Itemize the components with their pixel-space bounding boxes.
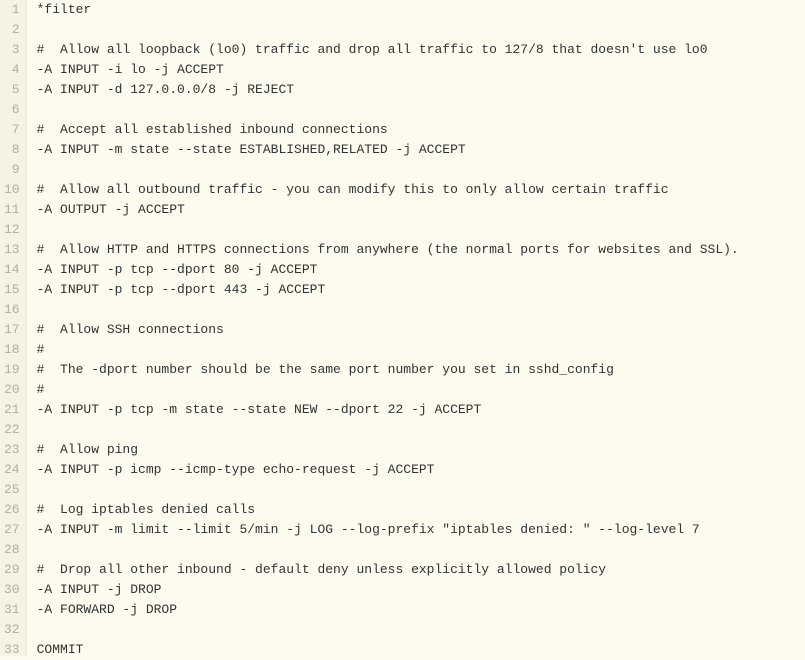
code-line[interactable]: # Accept all established inbound connect… bbox=[37, 120, 805, 140]
line-number-gutter: 1234567891011121314151617181920212223242… bbox=[0, 0, 27, 656]
line-number: 33 bbox=[4, 640, 20, 660]
code-line[interactable] bbox=[37, 20, 805, 40]
line-number: 6 bbox=[4, 100, 20, 120]
line-number: 32 bbox=[4, 620, 20, 640]
line-number: 27 bbox=[4, 520, 20, 540]
line-number: 29 bbox=[4, 560, 20, 580]
line-number: 10 bbox=[4, 180, 20, 200]
code-line[interactable] bbox=[37, 160, 805, 180]
line-number: 8 bbox=[4, 140, 20, 160]
code-line[interactable]: -A INPUT -m limit --limit 5/min -j LOG -… bbox=[37, 520, 805, 540]
line-number: 18 bbox=[4, 340, 20, 360]
code-line[interactable]: # Allow SSH connections bbox=[37, 320, 805, 340]
code-line[interactable] bbox=[37, 480, 805, 500]
code-line[interactable] bbox=[37, 620, 805, 640]
line-number: 5 bbox=[4, 80, 20, 100]
line-number: 1 bbox=[4, 0, 20, 20]
line-number: 15 bbox=[4, 280, 20, 300]
code-line[interactable]: # Allow ping bbox=[37, 440, 805, 460]
code-line[interactable]: -A INPUT -m state --state ESTABLISHED,RE… bbox=[37, 140, 805, 160]
code-line[interactable]: # Allow HTTP and HTTPS connections from … bbox=[37, 240, 805, 260]
line-number: 12 bbox=[4, 220, 20, 240]
code-line[interactable]: -A INPUT -i lo -j ACCEPT bbox=[37, 60, 805, 80]
line-number: 22 bbox=[4, 420, 20, 440]
code-line[interactable] bbox=[37, 220, 805, 240]
code-line[interactable]: COMMIT bbox=[37, 640, 805, 656]
line-number: 19 bbox=[4, 360, 20, 380]
code-line[interactable]: # Allow all loopback (lo0) traffic and d… bbox=[37, 40, 805, 60]
line-number: 16 bbox=[4, 300, 20, 320]
line-number: 28 bbox=[4, 540, 20, 560]
code-line[interactable] bbox=[37, 420, 805, 440]
code-line[interactable]: # bbox=[37, 380, 805, 400]
code-editor: 1234567891011121314151617181920212223242… bbox=[0, 0, 805, 656]
line-number: 2 bbox=[4, 20, 20, 40]
line-number: 31 bbox=[4, 600, 20, 620]
line-number: 9 bbox=[4, 160, 20, 180]
code-line[interactable]: # Drop all other inbound - default deny … bbox=[37, 560, 805, 580]
line-number: 23 bbox=[4, 440, 20, 460]
code-line[interactable] bbox=[37, 540, 805, 560]
code-line[interactable]: -A INPUT -p tcp -m state --state NEW --d… bbox=[37, 400, 805, 420]
line-number: 17 bbox=[4, 320, 20, 340]
code-line[interactable]: -A INPUT -p tcp --dport 80 -j ACCEPT bbox=[37, 260, 805, 280]
code-content[interactable]: *filter # Allow all loopback (lo0) traffi… bbox=[27, 0, 805, 656]
code-line[interactable]: -A FORWARD -j DROP bbox=[37, 600, 805, 620]
code-line[interactable]: -A INPUT -p icmp --icmp-type echo-reques… bbox=[37, 460, 805, 480]
code-line[interactable] bbox=[37, 300, 805, 320]
line-number: 20 bbox=[4, 380, 20, 400]
line-number: 21 bbox=[4, 400, 20, 420]
line-number: 14 bbox=[4, 260, 20, 280]
code-line[interactable]: # Allow all outbound traffic - you can m… bbox=[37, 180, 805, 200]
code-line[interactable]: # bbox=[37, 340, 805, 360]
code-line[interactable]: -A OUTPUT -j ACCEPT bbox=[37, 200, 805, 220]
line-number: 11 bbox=[4, 200, 20, 220]
line-number: 26 bbox=[4, 500, 20, 520]
line-number: 30 bbox=[4, 580, 20, 600]
line-number: 4 bbox=[4, 60, 20, 80]
code-line[interactable]: # Log iptables denied calls bbox=[37, 500, 805, 520]
line-number: 13 bbox=[4, 240, 20, 260]
line-number: 25 bbox=[4, 480, 20, 500]
line-number: 24 bbox=[4, 460, 20, 480]
code-line[interactable] bbox=[37, 100, 805, 120]
code-line[interactable]: -A INPUT -d 127.0.0.0/8 -j REJECT bbox=[37, 80, 805, 100]
code-line[interactable]: # The -dport number should be the same p… bbox=[37, 360, 805, 380]
code-line[interactable]: *filter bbox=[37, 0, 805, 20]
code-line[interactable]: -A INPUT -j DROP bbox=[37, 580, 805, 600]
code-line[interactable]: -A INPUT -p tcp --dport 443 -j ACCEPT bbox=[37, 280, 805, 300]
line-number: 7 bbox=[4, 120, 20, 140]
line-number: 3 bbox=[4, 40, 20, 60]
